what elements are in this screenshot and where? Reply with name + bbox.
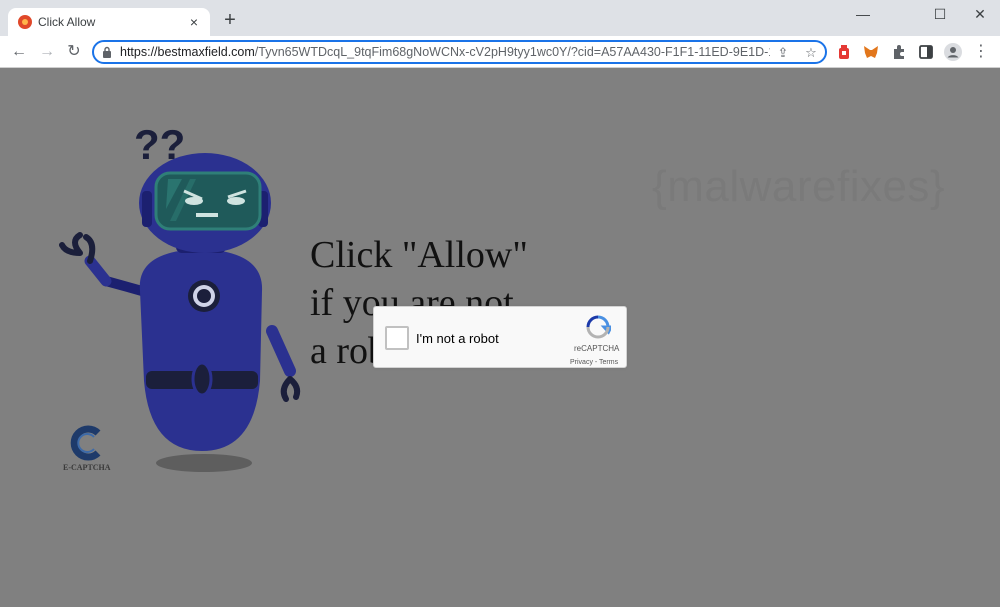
recaptcha-privacy-terms-link[interactable]: Privacy - Terms bbox=[570, 359, 618, 366]
recaptcha-label: I'm not a robot bbox=[416, 331, 499, 346]
lock-icon bbox=[103, 46, 111, 58]
recaptcha-brand: reCAPTCHA bbox=[574, 344, 620, 353]
ecaptcha-label: E-CAPTCHA bbox=[63, 463, 111, 472]
share-icon[interactable]: ⇪ bbox=[774, 44, 792, 62]
profile-icon[interactable] bbox=[944, 43, 962, 61]
reload-icon[interactable]: ↻ bbox=[63, 41, 85, 63]
browser-toolbar: ← → ↻ https://bestmaxfield.com/Tyvn65WTD… bbox=[0, 36, 1000, 68]
tab-close-icon[interactable]: × bbox=[186, 14, 202, 30]
recaptcha-widget: I'm not a robot reCAPTCHA Privacy - Term… bbox=[373, 306, 627, 368]
extension-icon[interactable] bbox=[891, 44, 907, 60]
menu-icon[interactable]: ⋮ bbox=[970, 41, 992, 63]
url-path: /Tyvn65WTDcqL_9tqFim68gNoWCNx-cV2pH9tyy1… bbox=[254, 45, 770, 59]
star-icon[interactable]: ☆ bbox=[802, 44, 820, 62]
address-bar[interactable]: https://bestmaxfield.com/Tyvn65WTDcqL_9t… bbox=[92, 40, 827, 64]
tab-click-allow[interactable]: Click Allow × bbox=[8, 8, 210, 36]
new-tab-button[interactable]: + bbox=[220, 10, 240, 30]
back-icon[interactable]: ← bbox=[8, 41, 30, 63]
ecaptcha-logo-icon bbox=[70, 425, 101, 461]
watermark-text: {malwarefixes} bbox=[652, 162, 946, 211]
forward-icon[interactable]: → bbox=[36, 41, 58, 63]
url-text[interactable]: https://bestmaxfield.com/Tyvn65WTDcqL_9t… bbox=[120, 45, 770, 59]
minimize-button[interactable]: — bbox=[848, 4, 878, 24]
favicon-icon bbox=[18, 15, 32, 29]
tab-title: Click Allow bbox=[38, 15, 96, 29]
tab-strip: Click Allow × + — ☐ ✕ bbox=[0, 0, 1000, 36]
sidepanel-icon[interactable] bbox=[918, 44, 934, 60]
extension-red-icon[interactable] bbox=[836, 44, 852, 60]
recaptcha-checkbox[interactable] bbox=[385, 326, 409, 350]
recaptcha-logo-icon bbox=[586, 315, 611, 339]
metamask-icon[interactable] bbox=[863, 44, 879, 60]
page-content: {malwarefixes} ?? Click "Allow" if you a… bbox=[0, 69, 1000, 607]
headline-line-1: Click "Allow" bbox=[310, 234, 528, 276]
maximize-button[interactable]: ☐ bbox=[925, 4, 955, 24]
url-host: https://bestmaxfield.com bbox=[120, 45, 255, 59]
window-close-button[interactable]: ✕ bbox=[965, 4, 995, 24]
